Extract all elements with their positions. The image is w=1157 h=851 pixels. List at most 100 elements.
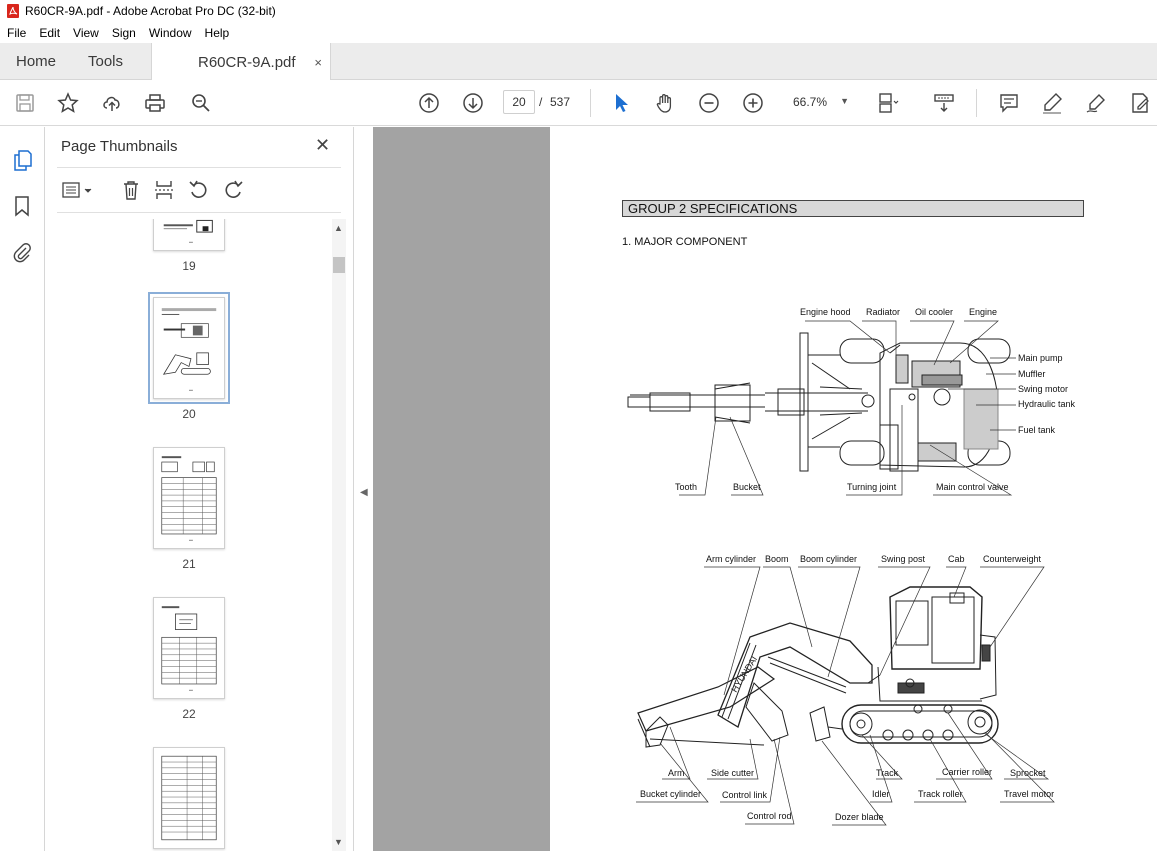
save-icon[interactable] xyxy=(13,91,37,115)
label-muffler: Muffler xyxy=(1018,369,1046,379)
menu-bar: File Edit View Sign Window Help xyxy=(0,22,1157,43)
label-boom: Boom xyxy=(765,554,789,564)
left-navigation-rail xyxy=(0,127,45,851)
zoom-in-icon[interactable] xyxy=(741,91,765,115)
rotate-clockwise-icon[interactable] xyxy=(221,178,245,202)
label-counterweight: Counterweight xyxy=(983,554,1042,564)
label-track-roller: Track roller xyxy=(918,789,963,799)
pdf-page: GROUP 2 SPECIFICATIONS 1. MAJOR COMPONEN… xyxy=(550,127,1157,851)
comment-icon[interactable] xyxy=(997,91,1021,115)
label-carrier-roller: Carrier roller xyxy=(942,767,993,777)
scroll-down-icon[interactable]: ▼ xyxy=(334,837,343,847)
delete-pages-icon[interactable] xyxy=(119,178,143,202)
page-number-input[interactable]: 20 xyxy=(503,90,535,114)
label-arm-cylinder: Arm cylinder xyxy=(706,554,757,564)
scroll-up-icon[interactable]: ▲ xyxy=(334,223,343,233)
cloud-upload-icon[interactable] xyxy=(100,91,124,115)
thumbnail-page-23[interactable] xyxy=(153,747,225,849)
thumbnail-list: 19 20 21 22 xyxy=(45,219,331,851)
panel-title: Page Thumbnails xyxy=(61,138,178,155)
search-zoom-icon[interactable] xyxy=(189,91,213,115)
thumbnail-label: 21 xyxy=(182,557,196,571)
label-main-control-valve: Main control valve xyxy=(936,482,1009,492)
thumbnail-page-19[interactable] xyxy=(153,219,225,251)
label-travel-motor: Travel motor xyxy=(1004,789,1055,799)
label-boom-cylinder: Boom cylinder xyxy=(800,554,858,564)
menu-view[interactable]: View xyxy=(66,26,105,40)
page-thumbnails-panel: Page Thumbnails ✕ 19 20 21 22 ▲ ▼ xyxy=(45,127,353,851)
thumbnail-page-20[interactable] xyxy=(148,292,230,404)
collapse-panel-icon[interactable]: ◀ xyxy=(360,487,368,498)
thumbnail-label: 20 xyxy=(182,407,196,421)
next-page-icon[interactable] xyxy=(461,91,485,115)
label-bucket: Bucket xyxy=(733,482,761,492)
print-icon[interactable] xyxy=(143,91,167,115)
highlight-pen-icon[interactable] xyxy=(1040,91,1064,115)
menu-sign[interactable]: Sign xyxy=(105,26,142,40)
label-sprocket: Sprocket xyxy=(1010,768,1046,778)
menu-window[interactable]: Window xyxy=(142,26,198,40)
window-title: R60CR-9A.pdf - Adobe Acrobat Pro DC (32-… xyxy=(25,4,276,18)
hand-tool-icon[interactable] xyxy=(653,91,677,115)
document-view: GROUP 2 SPECIFICATIONS 1. MAJOR COMPONEN… xyxy=(373,127,1157,851)
page-fit-icon[interactable] xyxy=(876,91,900,115)
tab-close-icon[interactable]: × xyxy=(314,55,322,70)
scrollbar-thumb[interactable] xyxy=(333,257,345,273)
toolbar-divider xyxy=(976,89,977,117)
label-side-cutter: Side cutter xyxy=(711,768,755,778)
label-turning-joint: Turning joint xyxy=(847,482,897,492)
label-swing-post: Swing post xyxy=(881,554,926,564)
label-arm: Arm xyxy=(668,768,685,778)
scroll-mode-icon[interactable] xyxy=(932,91,956,115)
zoom-level-value: 66.7% xyxy=(793,95,828,109)
page-separator: / xyxy=(539,95,543,109)
acrobat-pdf-icon xyxy=(7,4,19,18)
label-idler: Idler xyxy=(872,789,890,799)
zoom-out-icon[interactable] xyxy=(697,91,721,115)
zoom-level-select[interactable]: 66.7% ▼ xyxy=(783,90,855,114)
thumbnail-label: 22 xyxy=(182,707,196,721)
label-bucket-cylinder: Bucket cylinder xyxy=(640,789,702,799)
insert-pages-icon[interactable] xyxy=(152,178,176,202)
thumbnail-options-icon[interactable] xyxy=(61,178,97,202)
tab-document-label: R60CR-9A.pdf xyxy=(198,53,296,71)
toolbar-divider xyxy=(590,89,591,117)
previous-page-icon[interactable] xyxy=(417,91,441,115)
label-main-pump: Main pump xyxy=(1018,353,1063,363)
label-engine-hood: Engine hood xyxy=(800,307,851,317)
label-radiator: Radiator xyxy=(866,307,901,317)
thumbnail-page-22[interactable] xyxy=(153,597,225,699)
bookmark-icon[interactable] xyxy=(10,194,34,218)
panel-collapse-strip: ◀ xyxy=(353,127,373,851)
label-track: Track xyxy=(876,768,899,778)
label-control-rod: Control rod xyxy=(747,811,792,821)
label-fuel-tank: Fuel tank xyxy=(1018,425,1056,435)
label-swing-motor: Swing motor xyxy=(1018,384,1069,394)
tab-home[interactable]: Home xyxy=(16,43,56,80)
tab-tools[interactable]: Tools xyxy=(88,43,123,80)
thumbnail-label: 19 xyxy=(182,259,196,273)
menu-edit[interactable]: Edit xyxy=(32,26,66,40)
label-hydraulic-tank: Hydraulic tank xyxy=(1018,399,1076,409)
attachment-paperclip-icon[interactable] xyxy=(10,240,34,264)
page-thumbnails-icon[interactable] xyxy=(10,148,34,172)
menu-file[interactable]: File xyxy=(0,26,32,40)
tab-bar: Home Tools R60CR-9A.pdf × xyxy=(0,43,1157,81)
rotate-counterclockwise-icon[interactable] xyxy=(187,178,211,202)
thumbnail-page-21[interactable] xyxy=(153,447,225,549)
title-bar: R60CR-9A.pdf - Adobe Acrobat Pro DC (32-… xyxy=(0,0,1157,22)
page-total: 537 xyxy=(550,95,571,109)
thumbnail-scrollbar[interactable]: ▲ ▼ xyxy=(332,219,346,851)
label-control-link: Control link xyxy=(722,790,768,800)
panel-close-icon[interactable]: ✕ xyxy=(315,135,330,156)
sign-pen-icon[interactable] xyxy=(1084,91,1108,115)
label-engine: Engine xyxy=(969,307,998,317)
edit-pdf-icon[interactable] xyxy=(1128,91,1152,115)
thumbnail-toolbar xyxy=(57,167,341,213)
tab-document[interactable]: R60CR-9A.pdf × xyxy=(151,43,331,81)
star-bookmark-icon[interactable] xyxy=(56,91,80,115)
label-oil-cooler: Oil cooler xyxy=(915,307,954,317)
menu-help[interactable]: Help xyxy=(198,26,236,40)
label-dozer-blade: Dozer blade xyxy=(835,812,884,822)
select-cursor-icon[interactable] xyxy=(609,91,633,115)
